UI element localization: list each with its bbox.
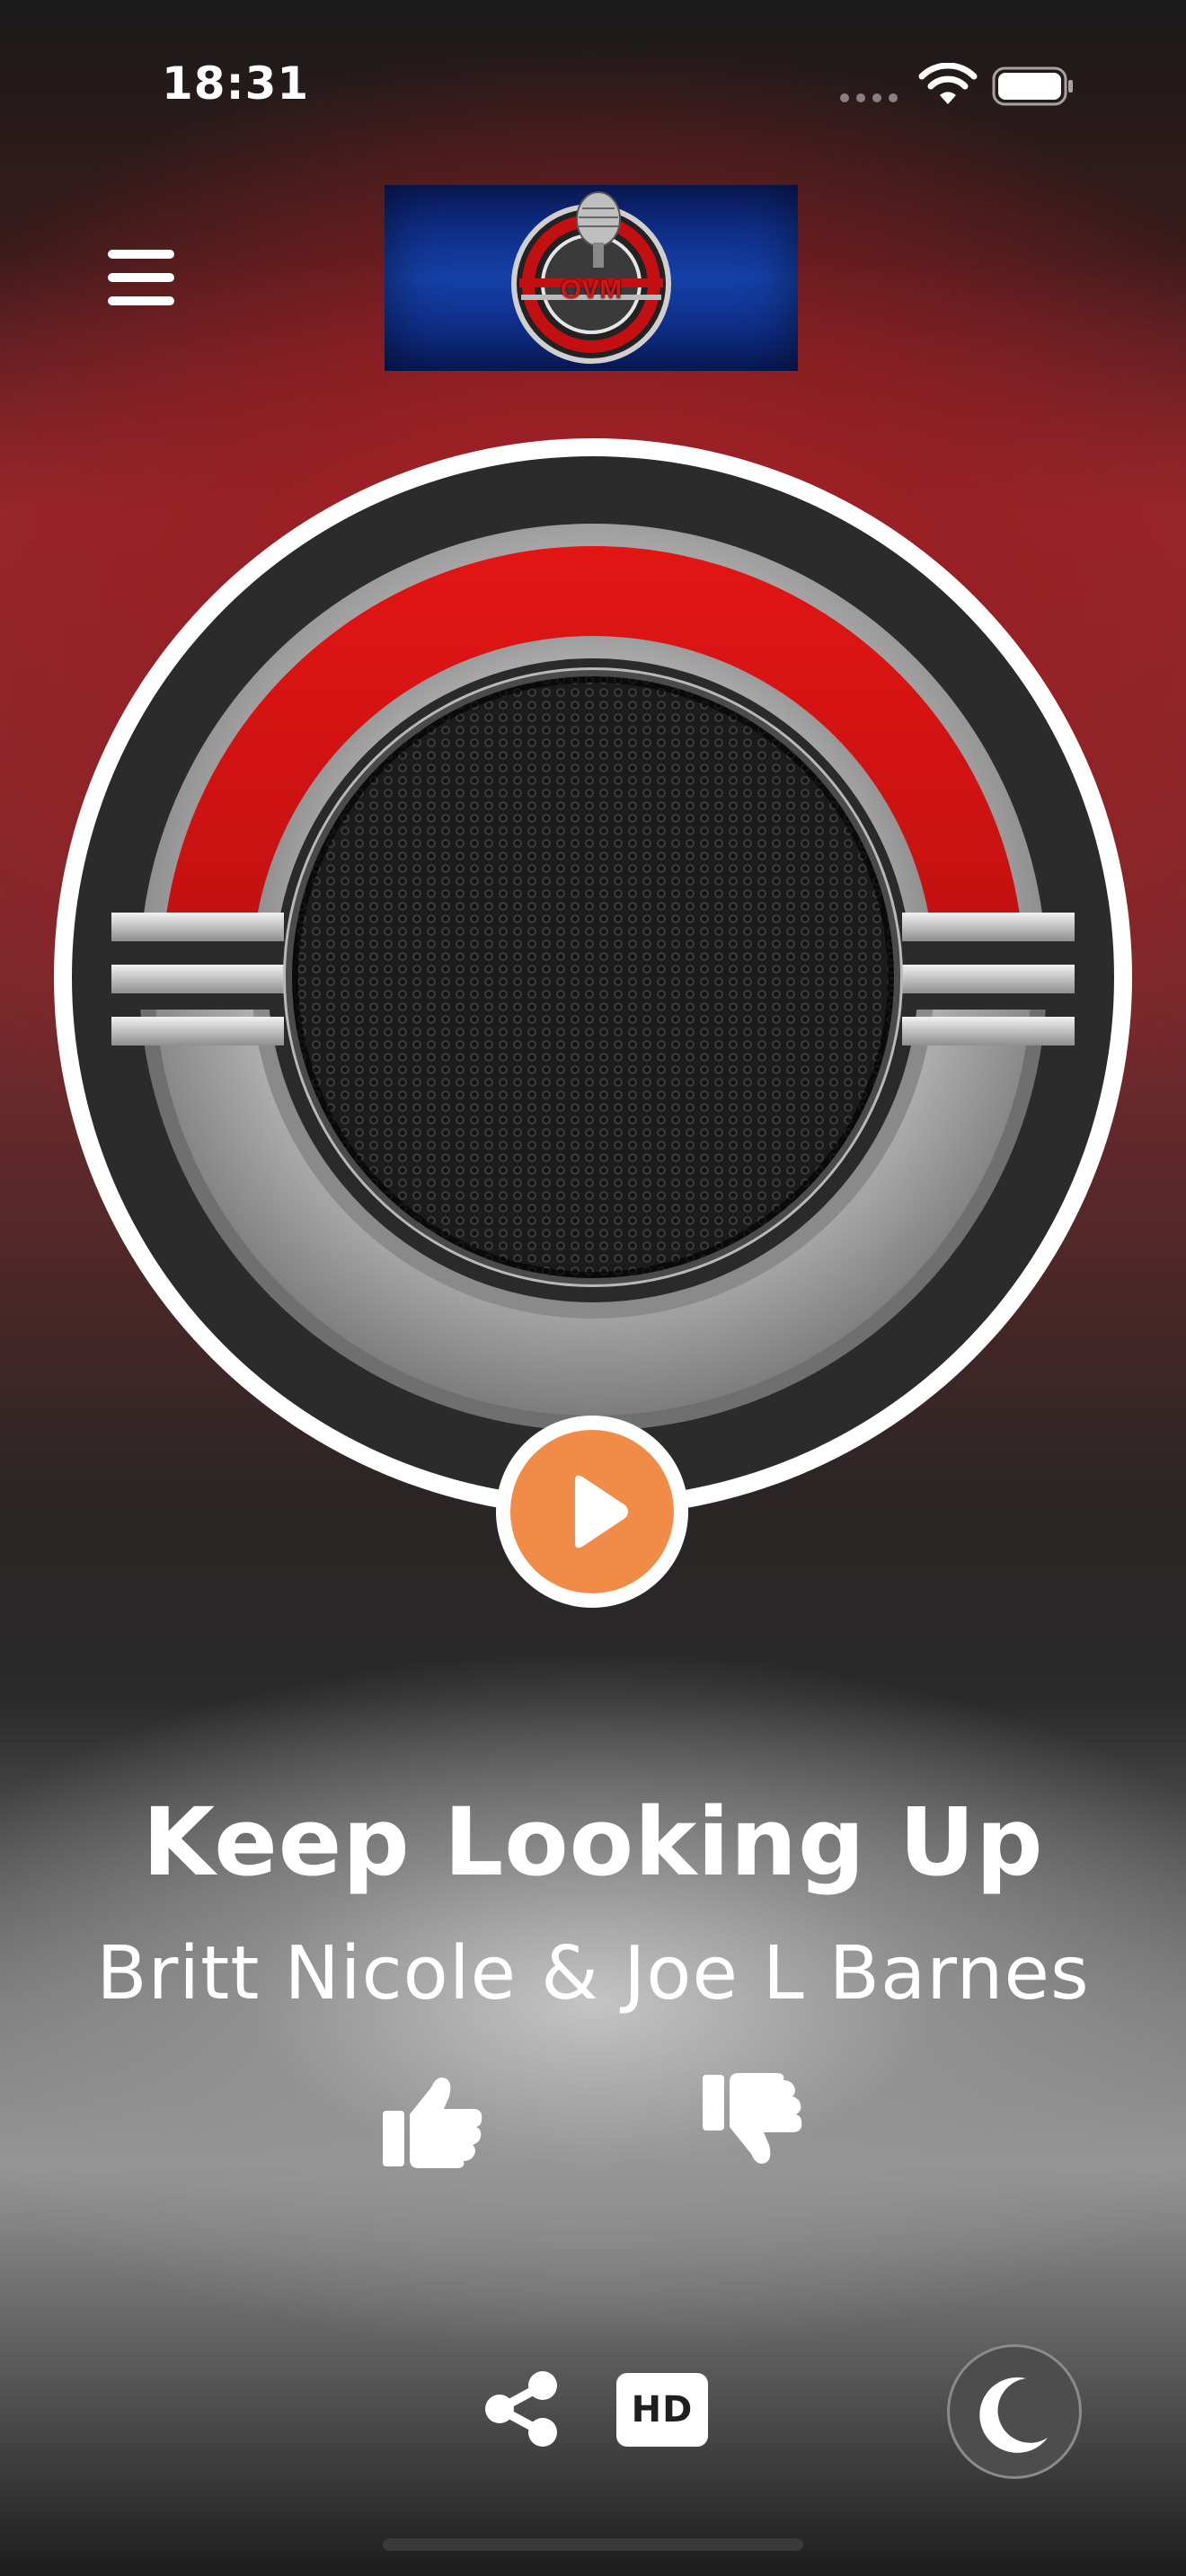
moon-icon <box>979 2377 1048 2453</box>
track-artist: Britt Nicole & Joe L Barnes <box>96 1931 1090 2016</box>
dislike-button[interactable] <box>699 2071 807 2170</box>
signal-icon <box>840 93 899 104</box>
play-button[interactable] <box>496 1416 688 1608</box>
play-button-inner <box>510 1430 674 1593</box>
station-artwork <box>54 438 1132 1516</box>
hamburger-menu-line <box>108 296 174 305</box>
battery-icon <box>992 66 1073 106</box>
status-bar: 18:31 <box>0 0 1186 171</box>
play-icon <box>575 1475 628 1548</box>
status-time: 18:31 <box>162 57 310 110</box>
track-title: Keep Looking Up <box>142 1787 1044 1897</box>
sleep-timer-button[interactable] <box>947 2344 1082 2479</box>
thumbs-up-icon <box>383 2078 482 2168</box>
hamburger-menu-button[interactable] <box>101 243 181 314</box>
share-button[interactable] <box>482 2369 561 2448</box>
hamburger-menu-line <box>108 273 174 282</box>
share-icon <box>485 2371 557 2447</box>
logo-text: OVM <box>560 275 623 304</box>
station-logo: OVM <box>385 185 798 371</box>
like-button[interactable] <box>379 2071 487 2170</box>
hd-label: HD <box>631 2389 694 2430</box>
wifi-icon <box>918 63 978 104</box>
hamburger-menu-icon <box>108 250 174 259</box>
thumbs-down-icon <box>703 2073 802 2164</box>
hd-quality-button[interactable]: HD <box>616 2373 708 2447</box>
home-indicator <box>383 2538 803 2551</box>
